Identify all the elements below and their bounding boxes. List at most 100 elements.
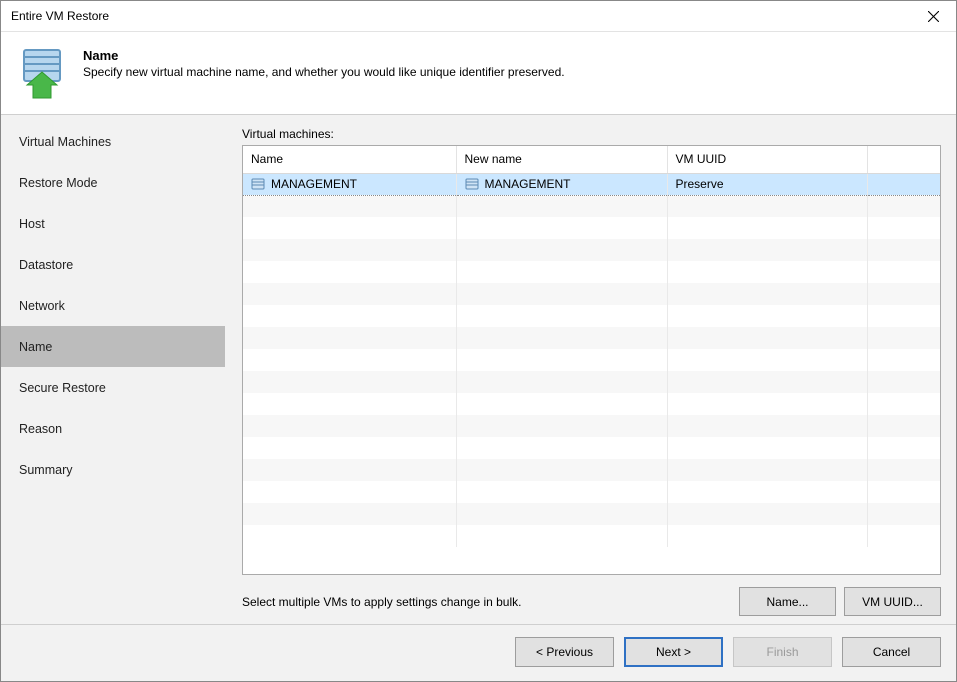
vm-table-container: NameNew nameVM UUID MANAGEMENT MANAGEMENT…	[242, 145, 941, 575]
cell-empty	[243, 217, 456, 239]
cell-empty	[667, 195, 867, 217]
cell-empty	[667, 217, 867, 239]
table-header-row: NameNew nameVM UUID	[243, 146, 940, 173]
wizard-body: Virtual Machines Restore Mode Host Datastor…	[1, 115, 956, 624]
cell-empty	[243, 437, 456, 459]
cell-empty	[456, 305, 667, 327]
previous-button[interactable]: < Previous	[515, 637, 614, 667]
cell-empty	[456, 195, 667, 217]
cell-empty	[667, 525, 867, 547]
window-title: Entire VM Restore	[11, 9, 109, 23]
table-row-empty	[243, 327, 940, 349]
cell-empty	[243, 195, 456, 217]
wizard-footer: < Previous Next > Finish Cancel	[1, 624, 956, 681]
cell-empty	[456, 349, 667, 371]
next-button[interactable]: Next >	[624, 637, 723, 667]
sidebar-item-datastore[interactable]: Datastore	[1, 244, 225, 285]
cell-empty	[456, 503, 667, 525]
sidebar-item-name[interactable]: Name	[1, 326, 225, 367]
cell-empty	[243, 371, 456, 393]
cell-empty	[456, 371, 667, 393]
cell-empty	[243, 239, 456, 261]
bulk-hint: Select multiple VMs to apply settings ch…	[242, 595, 521, 609]
close-icon	[928, 11, 939, 22]
cell-spacer	[867, 173, 940, 195]
sidebar-item-label: Summary	[19, 463, 72, 477]
cell-empty	[867, 525, 940, 547]
vm-uuid-button[interactable]: VM UUID...	[844, 587, 941, 616]
cell-empty	[456, 437, 667, 459]
sidebar-item-restore-mode[interactable]: Restore Mode	[1, 162, 225, 203]
cell-empty	[667, 283, 867, 305]
cell-empty	[456, 327, 667, 349]
sidebar-item-summary[interactable]: Summary	[1, 449, 225, 490]
sidebar-item-virtual-machines[interactable]: Virtual Machines	[1, 121, 225, 162]
sidebar-item-label: Restore Mode	[19, 176, 98, 190]
cell-empty	[667, 239, 867, 261]
cell-empty	[667, 415, 867, 437]
cell-empty	[867, 437, 940, 459]
window-close-button[interactable]	[910, 1, 956, 31]
wizard-main: Virtual machines: NameNew nameVM UUID MA…	[225, 115, 956, 624]
cell-empty	[456, 415, 667, 437]
cell-empty	[456, 459, 667, 481]
sidebar-item-network[interactable]: Network	[1, 285, 225, 326]
cell-empty	[667, 503, 867, 525]
table-row-empty	[243, 393, 940, 415]
cell-empty	[867, 217, 940, 239]
column-header-new-name[interactable]: New name	[456, 146, 667, 173]
cell-empty	[867, 503, 940, 525]
table-footer-bar: Select multiple VMs to apply settings ch…	[242, 575, 941, 616]
table-row-empty	[243, 305, 940, 327]
cell-empty	[456, 217, 667, 239]
name-button[interactable]: Name...	[739, 587, 836, 616]
cell-empty	[867, 415, 940, 437]
sidebar-item-label: Datastore	[19, 258, 73, 272]
table-row-empty	[243, 239, 940, 261]
table-row-empty	[243, 283, 940, 305]
table-row-empty	[243, 503, 940, 525]
sidebar-item-label: Secure Restore	[19, 381, 106, 395]
finish-button: Finish	[733, 637, 832, 667]
cell-empty	[456, 393, 667, 415]
sidebar-item-reason[interactable]: Reason	[1, 408, 225, 449]
cell-empty	[243, 327, 456, 349]
sidebar-item-secure-restore[interactable]: Secure Restore	[1, 367, 225, 408]
cell-empty	[667, 437, 867, 459]
sidebar-item-host[interactable]: Host	[1, 203, 225, 244]
cell-empty	[243, 261, 456, 283]
sidebar-item-label: Reason	[19, 422, 62, 436]
column-header-vm-uuid[interactable]: VM UUID	[667, 146, 867, 173]
cell-empty	[867, 261, 940, 283]
table-row[interactable]: MANAGEMENTMANAGEMENTPreserve	[243, 173, 940, 195]
cell-empty	[867, 195, 940, 217]
wizard-header: Name Specify new virtual machine name, a…	[1, 32, 956, 115]
cell-empty	[456, 525, 667, 547]
column-header-name[interactable]: Name	[243, 146, 456, 173]
cell-empty	[867, 459, 940, 481]
cell-empty	[867, 481, 940, 503]
column-header-spacer	[867, 146, 940, 173]
cell-new-name: MANAGEMENT	[456, 173, 667, 195]
vm-table[interactable]: NameNew nameVM UUID MANAGEMENT MANAGEMENT…	[243, 146, 940, 547]
cell-empty	[867, 239, 940, 261]
sidebar-item-label: Name	[19, 340, 52, 354]
cancel-button[interactable]: Cancel	[842, 637, 941, 667]
cell-empty	[243, 481, 456, 503]
vm-name: MANAGEMENT	[271, 177, 357, 191]
cell-empty	[243, 459, 456, 481]
table-row-empty	[243, 437, 940, 459]
table-row-empty	[243, 349, 940, 371]
section-label: Virtual machines:	[242, 127, 941, 141]
wizard-header-text: Name Specify new virtual machine name, a…	[83, 46, 565, 79]
cell-empty	[667, 393, 867, 415]
step-name: Name	[83, 48, 565, 63]
sidebar-item-label: Network	[19, 299, 65, 313]
server-icon	[465, 177, 479, 191]
table-row-empty	[243, 415, 940, 437]
titlebar: Entire VM Restore	[1, 1, 956, 32]
cell-empty	[867, 327, 940, 349]
cell-empty	[667, 261, 867, 283]
cell-empty	[456, 261, 667, 283]
cell-empty	[667, 327, 867, 349]
